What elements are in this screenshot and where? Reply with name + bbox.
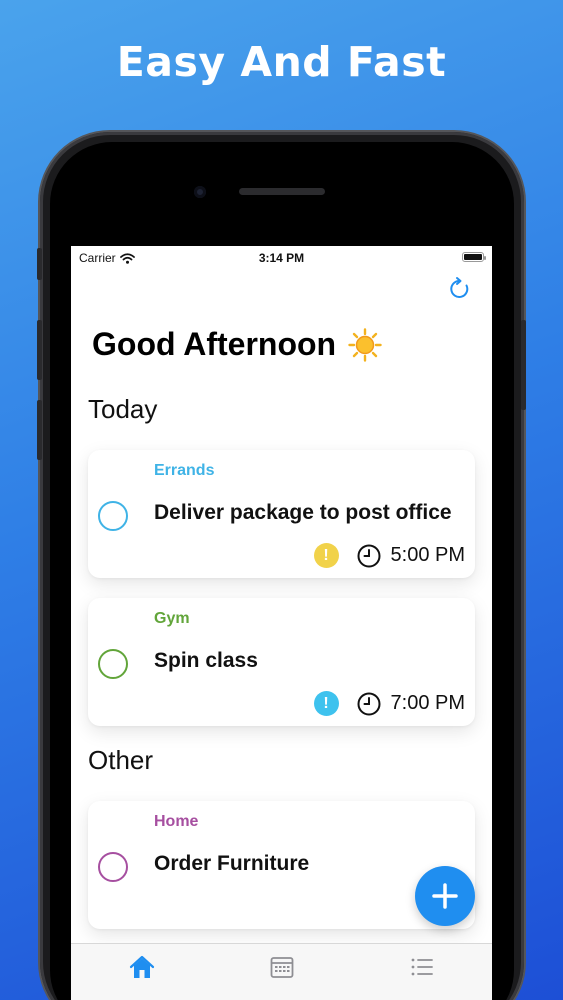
task-time: 7:00 PM (390, 692, 465, 714)
calendar-icon[interactable] (269, 954, 295, 980)
task-title: Order Furniture (154, 852, 310, 875)
front-camera (194, 186, 206, 198)
priority-icon: ! (313, 543, 339, 568)
task-title: Deliver package to post office (154, 501, 452, 524)
sun-icon (348, 327, 382, 362)
volume-down-button (37, 400, 42, 460)
task-category: Home (154, 813, 199, 830)
task-card[interactable]: Gym Spin class ! 7:00 PM (88, 598, 475, 726)
greeting-text: Good Afternoon (92, 326, 337, 362)
plus-icon (432, 883, 458, 909)
tab-bar (71, 943, 492, 1000)
list-icon[interactable] (409, 954, 435, 980)
task-card[interactable]: Home Order Furniture (88, 801, 475, 929)
section-title-other: Other (88, 745, 154, 775)
power-button (521, 320, 526, 410)
mute-switch (37, 248, 42, 280)
status-time: 3:14 PM (258, 251, 305, 265)
earpiece-speaker (239, 188, 325, 195)
task-complete-checkbox[interactable] (98, 852, 128, 882)
task-category: Errands (154, 462, 215, 479)
task-time: 5:00 PM (390, 544, 465, 566)
headline: Easy And Fast (116, 38, 447, 86)
task-title: Spin class (154, 649, 258, 672)
greeting-title: Good Afternoon (92, 326, 382, 363)
task-meta: ! 7:00 PM (313, 691, 465, 716)
refresh-icon[interactable] (447, 276, 473, 302)
clock-icon (357, 544, 381, 567)
task-category: Gym (154, 610, 190, 627)
task-complete-checkbox[interactable] (98, 501, 128, 531)
add-task-button[interactable] (415, 866, 475, 926)
volume-up-button (37, 320, 42, 380)
home-icon[interactable] (129, 954, 155, 980)
battery-icon (462, 252, 486, 262)
clock-icon (357, 692, 381, 715)
status-bar: Carrier 3:14 PM (71, 246, 492, 268)
priority-icon: ! (313, 691, 339, 716)
app-screen: Carrier 3:14 PM Good Afternoon Today Err… (71, 246, 492, 1000)
task-card[interactable]: Errands Deliver package to post office !… (88, 450, 475, 578)
task-complete-checkbox[interactable] (98, 649, 128, 679)
section-title-today: Today (88, 394, 158, 424)
task-meta: ! 5:00 PM (313, 543, 465, 568)
